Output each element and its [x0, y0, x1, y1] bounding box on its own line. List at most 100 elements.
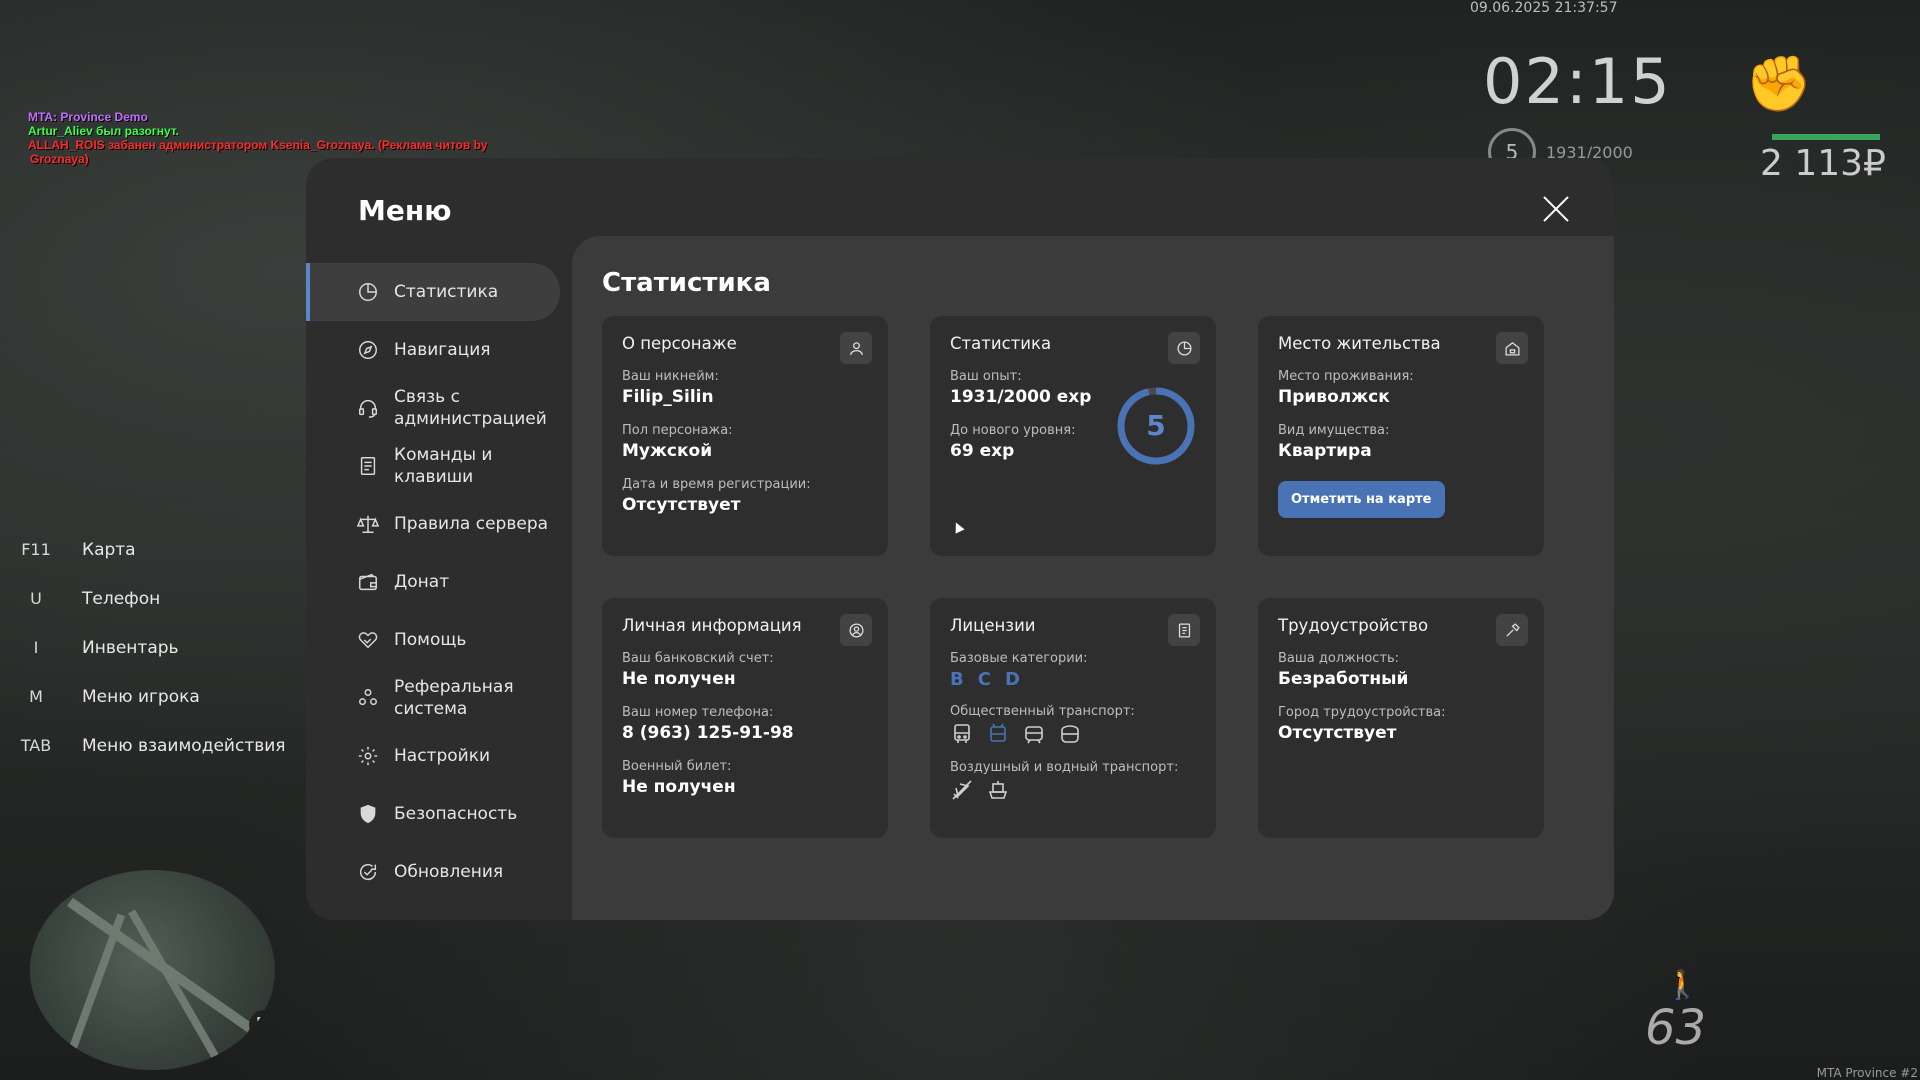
card-residence: Место жительства Место проживания: Приво… — [1258, 316, 1544, 556]
card-title: Лицензии — [950, 616, 1036, 635]
sidebar-item-admin-contact[interactable]: Связь с администрацией — [306, 379, 572, 437]
card-title: Место жительства — [1278, 334, 1441, 353]
field-label: Воздушный и водный транспорт: — [950, 760, 1179, 775]
house-icon — [1496, 332, 1528, 364]
hotkey-interaction-menu[interactable]: TAB Меню взаимодействия — [16, 721, 286, 770]
sidebar-item-label: Реферальная система — [394, 677, 514, 719]
sidebar-item-label: Помощь — [394, 630, 467, 650]
phone-value: 8 (963) 125-91-98 — [622, 723, 794, 743]
menu-window: Меню Статистика Навигация Связь с админи… — [306, 158, 1614, 920]
sidebar-item-updates[interactable]: Обновления — [306, 843, 572, 901]
headset-icon — [356, 396, 380, 420]
hotkey-label: Меню взаимодействия — [82, 735, 286, 756]
sidebar-item-label: Связь с администрацией — [394, 387, 547, 429]
field-label: Базовые категории: — [950, 651, 1088, 666]
sidebar-item-statistics[interactable]: Статистика — [306, 263, 560, 321]
sidebar-item-security[interactable]: Безопасность — [306, 785, 572, 843]
sidebar-item-settings[interactable]: Настройки — [306, 727, 572, 785]
license-category: C — [977, 669, 991, 690]
pie-chart-icon — [356, 280, 380, 304]
field-label: Военный билет: — [622, 759, 732, 774]
compass-icon — [356, 338, 380, 362]
menu-title: Меню — [358, 194, 452, 227]
sidebar-item-label: Правила сервера — [394, 514, 549, 534]
public-transport-icons — [950, 722, 1196, 746]
field-label: Общественный транспорт: — [950, 704, 1135, 719]
sidebar-item-help[interactable]: Помощь — [306, 611, 572, 669]
sidebar-item-referral[interactable]: Реферальная система — [306, 669, 572, 727]
document-icon — [356, 454, 380, 478]
hotkey-label: Карта — [82, 539, 136, 560]
sidebar-item-label: Навигация — [394, 340, 491, 360]
hotkey-inventory[interactable]: I Инвентарь — [16, 623, 286, 672]
north-marker: N — [249, 1010, 275, 1040]
field-label: Вид имущества: — [1278, 423, 1390, 438]
hotkey-label: Инвентарь — [82, 637, 179, 658]
field-label: Ваша должность: — [1278, 651, 1400, 666]
id-card-icon — [1168, 614, 1200, 646]
hotkey-key: M — [29, 687, 43, 706]
license-category: B — [950, 669, 964, 690]
card-character: О персонаже Ваш никнейм: Filip_Silin Пол… — [602, 316, 888, 556]
gender-value: Мужской — [622, 441, 713, 461]
people-icon — [356, 686, 380, 710]
field-label: Дата и время регистрации: — [622, 477, 811, 492]
sidebar-item-commands[interactable]: Команды и клавиши — [306, 437, 572, 495]
sidebar-item-label: Обновления — [394, 862, 504, 882]
trolleybus-icon — [986, 722, 1010, 746]
field-label: Ваш никнейм: — [622, 369, 719, 384]
hotkey-map[interactable]: F11 Карта — [16, 525, 286, 574]
card-licenses: Лицензии Базовые категории: B C D Общест… — [930, 598, 1216, 838]
hotkey-label: Меню игрока — [82, 686, 200, 707]
hotkey-phone[interactable]: U Телефон — [16, 574, 286, 623]
health-bar — [1772, 134, 1880, 140]
card-stats: Статистика Ваш опыт: 1931/2000 exp До но… — [930, 316, 1216, 556]
pie-chart-icon — [1168, 332, 1200, 364]
hotkey-key: F11 — [21, 540, 51, 559]
sidebar-item-label: Безопасность — [394, 804, 518, 824]
handshake-heart-icon — [356, 628, 380, 652]
walking-person-icon: 🚶 — [1665, 968, 1700, 1001]
hotkey-key: U — [30, 589, 42, 608]
gear-icon — [356, 744, 380, 768]
job-post-value: Безработный — [1278, 669, 1409, 689]
registration-value: Отсутствует — [622, 495, 741, 515]
field-label: Город трудоустройства: — [1278, 705, 1446, 720]
minimap-road — [62, 913, 126, 1067]
field-label: Место проживания: — [1278, 369, 1414, 384]
server-footer: MTA Province #2 — [1816, 1066, 1918, 1080]
sidebar-item-navigation[interactable]: Навигация — [306, 321, 572, 379]
sidebar-item-donate[interactable]: Донат — [306, 553, 572, 611]
residence-value: Приволжск — [1278, 387, 1390, 407]
section-title: Статистика — [602, 268, 771, 298]
fist-icon: ✊ — [1745, 52, 1813, 115]
card-title: Личная информация — [622, 616, 802, 635]
hammer-icon — [1496, 614, 1528, 646]
card-job: Трудоустройство Ваша должность: Безработ… — [1258, 598, 1544, 838]
card-title: Статистика — [950, 334, 1052, 353]
user-circle-icon — [840, 614, 872, 646]
card-personal: Личная информация Ваш банковский счет: Н… — [602, 598, 888, 838]
field-label: Ваш опыт: — [950, 369, 1022, 384]
card-title: Трудоустройство — [1278, 616, 1429, 635]
card-title: О персонаже — [622, 334, 737, 353]
sidebar: Статистика Навигация Связь с администрац… — [306, 263, 572, 901]
hotkey-player-menu[interactable]: M Меню игрока — [16, 672, 286, 721]
minimap: N — [30, 870, 275, 1070]
shield-icon — [356, 802, 380, 826]
job-city-value: Отсутствует — [1278, 723, 1397, 743]
hotkey-list: F11 Карта U Телефон I Инвентарь M Меню игрок… — [16, 525, 286, 770]
refresh-check-icon — [356, 860, 380, 884]
field-label: Ваш номер телефона: — [622, 705, 774, 720]
level-ring: 5 — [1116, 386, 1196, 466]
mark-on-map-button[interactable]: Отметить на карте — [1278, 481, 1445, 518]
chat-line: MTA: Province Demo — [28, 110, 148, 124]
military-value: Не получен — [622, 777, 736, 797]
person-icon — [840, 332, 872, 364]
chat-line: ALLAH_ROIS забанен администратором Kseni… — [28, 138, 488, 152]
close-icon[interactable] — [1540, 192, 1572, 224]
sidebar-item-label: Статистика — [394, 282, 499, 302]
sidebar-item-rules[interactable]: Правила сервера — [306, 495, 572, 553]
sidebar-item-label: Команды и клавиши — [394, 445, 493, 487]
nickname-value: Filip_Silin — [622, 387, 714, 407]
